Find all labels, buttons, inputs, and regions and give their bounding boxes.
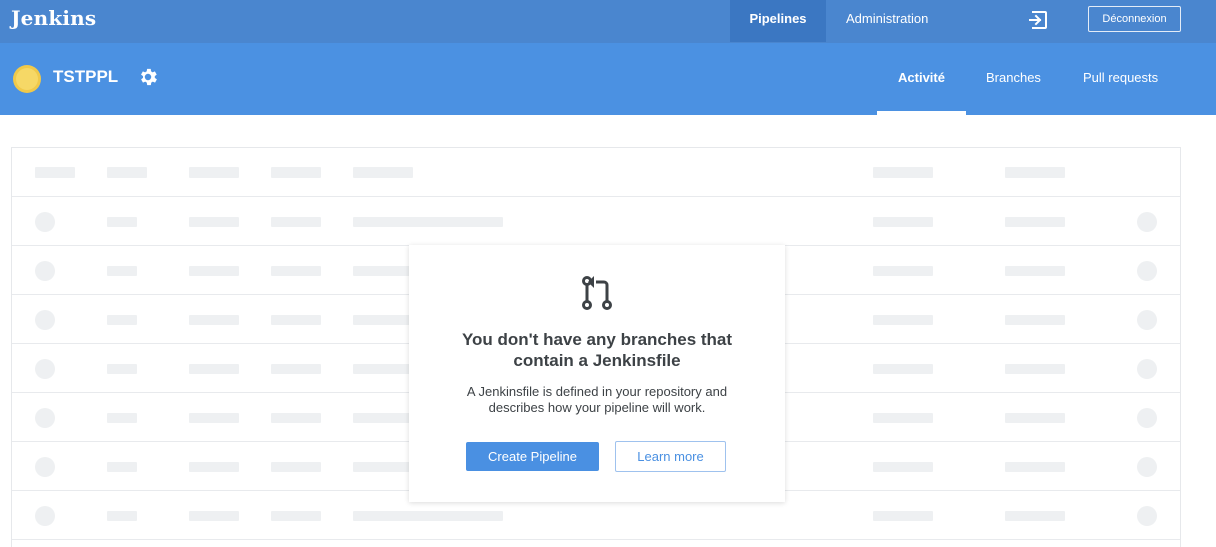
skeleton-placeholder bbox=[353, 511, 503, 521]
skeleton-placeholder bbox=[107, 217, 137, 227]
pipeline-name: TSTPPL bbox=[53, 67, 119, 86]
skeleton-placeholder bbox=[189, 413, 239, 423]
empty-state-title: You don't have any branches that contain… bbox=[461, 330, 733, 370]
skeleton-placeholder bbox=[107, 364, 137, 374]
nav-administration[interactable]: Administration bbox=[846, 0, 928, 42]
skeleton-placeholder bbox=[353, 167, 413, 178]
tab-pull-requests[interactable]: Pull requests bbox=[1083, 43, 1158, 115]
exit-icon[interactable] bbox=[1027, 9, 1049, 31]
skeleton-placeholder bbox=[873, 167, 933, 178]
create-pipeline-button[interactable]: Create Pipeline bbox=[466, 442, 599, 471]
skeleton-placeholder bbox=[1005, 315, 1065, 325]
skeleton-placeholder bbox=[107, 266, 137, 276]
skeleton-placeholder bbox=[873, 364, 933, 374]
logout-button[interactable]: Déconnexion bbox=[1088, 6, 1181, 32]
pipeline-header: TSTPPL Activité Branches Pull requests bbox=[0, 43, 1216, 115]
skeleton-placeholder bbox=[873, 511, 933, 521]
tab-activity[interactable]: Activité bbox=[877, 43, 966, 115]
nav-pipelines[interactable]: Pipelines bbox=[730, 0, 826, 42]
skeleton-placeholder bbox=[271, 167, 321, 178]
skeleton-placeholder bbox=[271, 217, 321, 227]
skeleton-placeholder bbox=[189, 511, 239, 521]
skeleton-placeholder bbox=[873, 315, 933, 325]
skeleton-header-row bbox=[12, 148, 1180, 197]
skeleton-placeholder bbox=[1005, 167, 1065, 178]
skeleton-placeholder bbox=[107, 511, 137, 521]
skeleton-placeholder bbox=[189, 462, 239, 472]
skeleton-placeholder bbox=[1005, 364, 1065, 374]
skeleton-row bbox=[12, 197, 1180, 246]
empty-state-description: A Jenkinsfile is defined in your reposit… bbox=[466, 384, 728, 415]
skeleton-placeholder bbox=[189, 364, 239, 374]
skeleton-placeholder bbox=[189, 217, 239, 227]
pull-request-icon bbox=[582, 276, 612, 310]
gear-icon[interactable] bbox=[137, 66, 159, 88]
sunny-weather-icon bbox=[13, 65, 41, 93]
skeleton-placeholder bbox=[271, 266, 321, 276]
empty-state-card: You don't have any branches that contain… bbox=[409, 245, 785, 502]
skeleton-placeholder bbox=[189, 167, 239, 178]
skeleton-status-placeholder bbox=[1137, 310, 1157, 330]
skeleton-placeholder bbox=[353, 217, 503, 227]
skeleton-placeholder bbox=[189, 266, 239, 276]
skeleton-placeholder bbox=[873, 217, 933, 227]
tab-branches[interactable]: Branches bbox=[986, 43, 1041, 115]
jenkins-logo[interactable]: Jenkins bbox=[11, 6, 96, 30]
skeleton-status-placeholder bbox=[1137, 457, 1157, 477]
skeleton-status-placeholder bbox=[35, 506, 55, 526]
skeleton-placeholder bbox=[271, 315, 321, 325]
skeleton-status-placeholder bbox=[1137, 359, 1157, 379]
skeleton-status-placeholder bbox=[35, 359, 55, 379]
skeleton-status-placeholder bbox=[35, 310, 55, 330]
skeleton-status-placeholder bbox=[1137, 261, 1157, 281]
skeleton-placeholder bbox=[1005, 413, 1065, 423]
skeleton-placeholder bbox=[873, 266, 933, 276]
skeleton-status-placeholder bbox=[1137, 408, 1157, 428]
learn-more-button[interactable]: Learn more bbox=[615, 441, 726, 472]
skeleton-placeholder bbox=[271, 413, 321, 423]
skeleton-status-placeholder bbox=[35, 212, 55, 232]
skeleton-placeholder bbox=[107, 413, 137, 423]
skeleton-status-placeholder bbox=[35, 261, 55, 281]
skeleton-status-placeholder bbox=[1137, 212, 1157, 232]
skeleton-placeholder bbox=[271, 364, 321, 374]
skeleton-placeholder bbox=[189, 315, 239, 325]
skeleton-status-placeholder bbox=[35, 457, 55, 477]
skeleton-placeholder bbox=[107, 167, 147, 178]
top-bar: Jenkins Pipelines Administration Déconne… bbox=[0, 0, 1216, 43]
skeleton-placeholder bbox=[107, 315, 137, 325]
skeleton-placeholder bbox=[1005, 217, 1065, 227]
skeleton-placeholder bbox=[271, 511, 321, 521]
skeleton-placeholder bbox=[873, 413, 933, 423]
skeleton-status-placeholder bbox=[35, 408, 55, 428]
skeleton-status-placeholder bbox=[1137, 506, 1157, 526]
skeleton-placeholder bbox=[107, 462, 137, 472]
skeleton-placeholder bbox=[873, 462, 933, 472]
skeleton-placeholder bbox=[35, 167, 75, 178]
skeleton-placeholder bbox=[1005, 511, 1065, 521]
skeleton-placeholder bbox=[1005, 266, 1065, 276]
skeleton-placeholder bbox=[271, 462, 321, 472]
skeleton-placeholder bbox=[1005, 462, 1065, 472]
